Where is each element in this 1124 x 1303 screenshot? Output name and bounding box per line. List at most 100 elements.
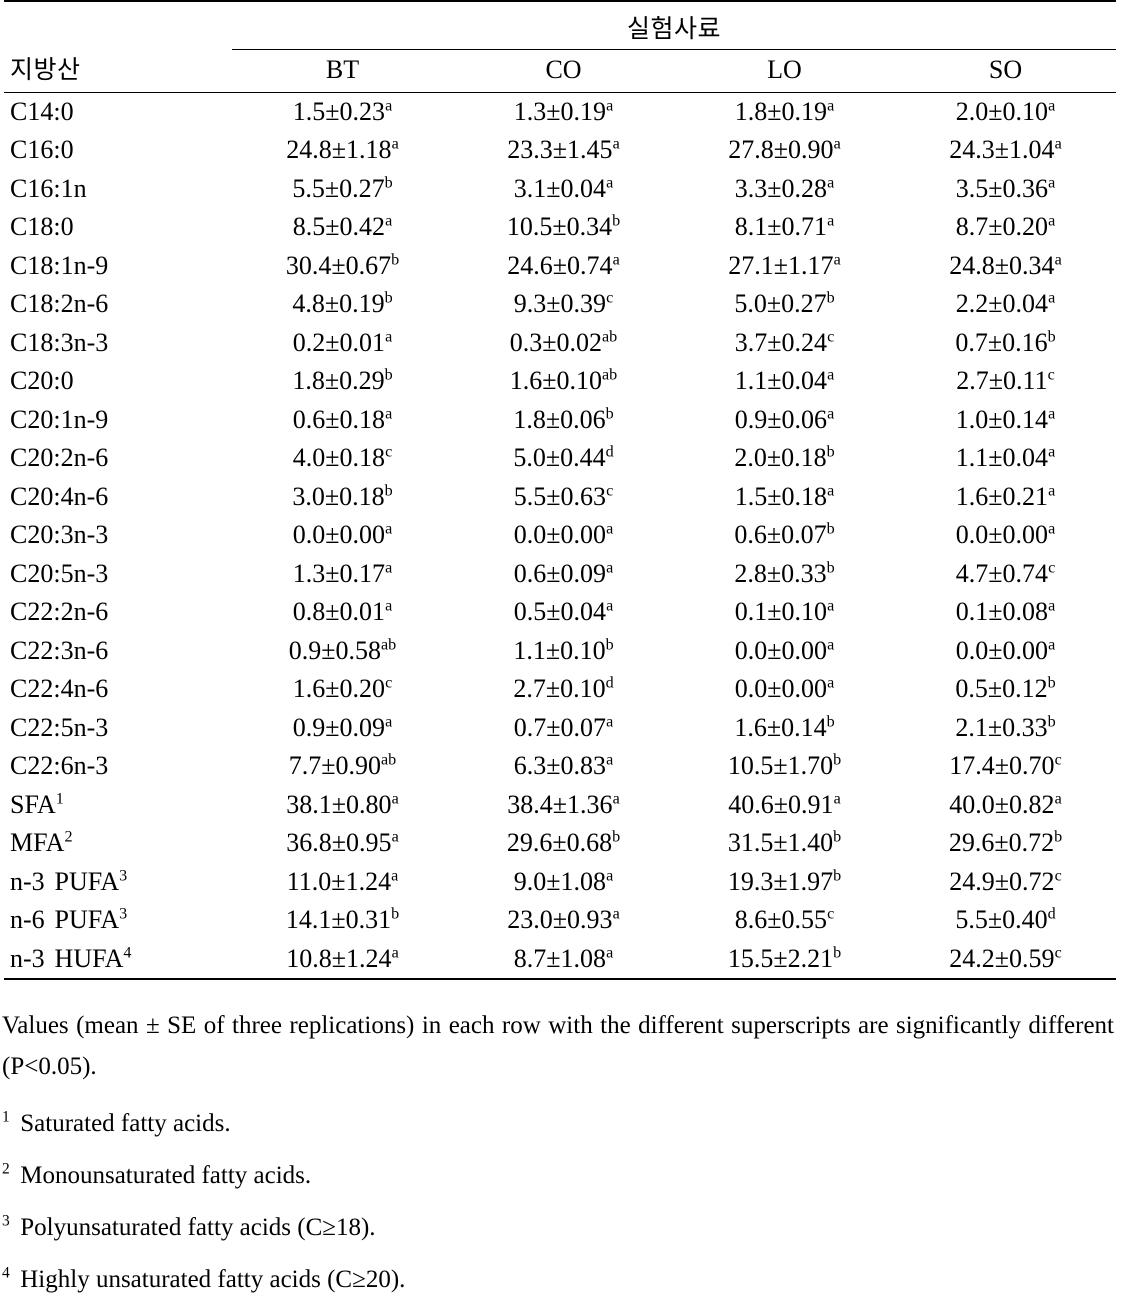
significance-superscript: a <box>385 328 393 346</box>
row-header-label-fatty-acid: 지방산 <box>10 55 81 84</box>
row-label: SFA1 <box>10 789 64 819</box>
significance-superscript: c <box>606 289 614 307</box>
significance-superscript: c <box>1054 944 1062 962</box>
table-cell: 5.0±0.27b <box>734 289 835 319</box>
table-cell: 0.6±0.09a <box>513 558 614 588</box>
row-label: C22:6n-3 <box>10 751 109 781</box>
significance-superscript: a <box>1054 251 1062 269</box>
table-cell: 3.7±0.24c <box>734 327 835 357</box>
table-cell: 19.3±1.97b <box>727 866 842 896</box>
significance-superscript: a <box>833 251 841 269</box>
table-cell: 0.0±0.00a <box>734 635 835 665</box>
significance-superscript: a <box>385 559 393 577</box>
significance-superscript: a <box>606 867 614 885</box>
table-cell: 1.5±0.18a <box>734 481 835 511</box>
table-cell: 1.3±0.19a <box>513 96 614 126</box>
significance-superscript: a <box>385 713 393 731</box>
significance-superscript: b <box>605 405 614 423</box>
significance-superscript: a <box>385 97 393 115</box>
row-label: C22:5n-3 <box>10 712 109 742</box>
significance-superscript: a <box>606 944 614 962</box>
table-row: C20:0 1.8±0.29b 1.6±0.10ab 1.1±0.04a 2.7±0.1… <box>4 362 1116 401</box>
table-cell: 27.8±0.90a <box>728 135 841 165</box>
significance-superscript: a <box>827 405 835 423</box>
significance-superscript: b <box>826 559 835 577</box>
significance-superscript: a <box>1048 174 1056 192</box>
table-cell: 1.8±0.19a <box>734 96 835 126</box>
table-cell: 1.1±0.04a <box>955 443 1056 473</box>
significance-superscript: a <box>827 212 835 230</box>
footnote-item: 4 Highly unsaturated fatty acids (C≥20). <box>2 1265 1122 1295</box>
significance-superscript: c <box>1047 366 1055 384</box>
significance-superscript: a <box>827 366 835 384</box>
table-cell: 27.1±1.17a <box>728 250 841 280</box>
significance-superscript: ab <box>381 751 397 769</box>
footnote-item: 3 Polyunsaturated fatty acids (C≥18). <box>2 1213 1122 1243</box>
table-cell: 10.8±1.24a <box>286 943 399 973</box>
table-page: 실험사료 지방산 BT CO LO SO C14:0 1.5±0.23a 1.3±0… <box>0 0 1124 1303</box>
column-header-co: CO <box>453 49 674 92</box>
significance-superscript: ab <box>381 636 397 654</box>
significance-superscript: b <box>384 174 393 192</box>
table-cell: 5.5±0.40d <box>955 905 1056 935</box>
significance-superscript: ab <box>602 328 618 346</box>
table-cell: 0.6±0.18a <box>292 404 393 434</box>
significance-superscript: a <box>1054 790 1062 808</box>
row-label: C16:1n <box>10 173 87 203</box>
table-cell: 40.6±0.91a <box>728 789 841 819</box>
significance-superscript: a <box>1048 289 1056 307</box>
table-cell: 3.3±0.28a <box>734 173 835 203</box>
significance-superscript: c <box>385 674 393 692</box>
footnote-text: Monounsaturated fatty acids. <box>20 1162 312 1189</box>
table-cell: 0.0±0.00a <box>734 674 835 704</box>
significance-superscript: ab <box>602 366 618 384</box>
row-label: C18:3n-3 <box>10 327 109 357</box>
table-row: C18:3n-3 0.2±0.01a 0.3±0.02ab 3.7±0.24c 0.7±… <box>4 324 1116 363</box>
significance-superscript: a <box>1048 520 1056 538</box>
table-cell: 3.5±0.36a <box>955 173 1056 203</box>
table-cell: 23.3±1.45a <box>507 135 620 165</box>
table-cell: 8.5±0.42a <box>292 212 393 242</box>
table-body: C14:0 1.5±0.23a 1.3±0.19a 1.8±0.19a 2.0±0.10… <box>4 93 1116 980</box>
row-label: C20:0 <box>10 366 74 396</box>
significance-superscript: a <box>612 135 620 153</box>
row-label: C20:3n-3 <box>10 520 109 550</box>
column-header-row: 지방산 BT CO LO SO <box>4 49 1116 92</box>
table-cell: 1.8±0.29b <box>292 366 393 396</box>
table-cell: 0.6±0.07b <box>734 520 835 550</box>
table-cell: 0.2±0.01a <box>292 327 393 357</box>
significance-superscript: a <box>606 713 614 731</box>
table-row: n-3 PUFA3 11.0±1.24a 9.0±1.08a 19.3±1.97b 24.… <box>4 863 1116 902</box>
table-cell: 1.6±0.14b <box>734 712 835 742</box>
significance-superscript: a <box>391 828 399 846</box>
table-cell: 0.1±0.08a <box>955 597 1056 627</box>
table-cell: 0.0±0.00a <box>292 520 393 550</box>
significance-superscript: b <box>391 251 400 269</box>
significance-superscript: a <box>385 405 393 423</box>
table-cell: 2.1±0.33b <box>955 712 1056 742</box>
significance-superscript: a <box>1054 135 1062 153</box>
table-row: C16:1n 5.5±0.27b 3.1±0.04a 3.3±0.28a 3.5±0.3… <box>4 170 1116 209</box>
table-cell: 0.0±0.00a <box>955 520 1056 550</box>
table-cell: 0.5±0.04a <box>513 597 614 627</box>
table-cell: 2.8±0.33b <box>734 558 835 588</box>
table-cell: 0.5±0.12b <box>955 674 1056 704</box>
table-cell: 38.1±0.80a <box>286 789 399 819</box>
table-cell: 29.6±0.72b <box>948 828 1063 858</box>
table-cell: 1.5±0.23a <box>292 96 393 126</box>
table-row: C16:0 24.8±1.18a 23.3±1.45a 27.8±0.90a 24.3±… <box>4 131 1116 170</box>
row-label: C18:0 <box>10 212 74 242</box>
row-label: C20:4n-6 <box>10 481 109 511</box>
row-label: C18:2n-6 <box>10 289 109 319</box>
significance-superscript: a <box>833 135 841 153</box>
column-header-so: SO <box>895 49 1116 92</box>
table-cell: 0.0±0.00a <box>955 635 1056 665</box>
table-cell: 1.6±0.21a <box>955 481 1056 511</box>
table-cell: 0.9±0.09a <box>292 712 393 742</box>
table-row: n-6 PUFA3 14.1±0.31b 23.0±0.93a 8.6±0.55c 5.5… <box>4 901 1116 940</box>
table-cell: 5.0±0.44d <box>513 443 614 473</box>
table-cell: 40.0±0.82a <box>949 789 1062 819</box>
significance-superscript: b <box>384 289 393 307</box>
table-cell: 8.7±0.20a <box>955 212 1056 242</box>
significance-superscript: a <box>1048 97 1056 115</box>
